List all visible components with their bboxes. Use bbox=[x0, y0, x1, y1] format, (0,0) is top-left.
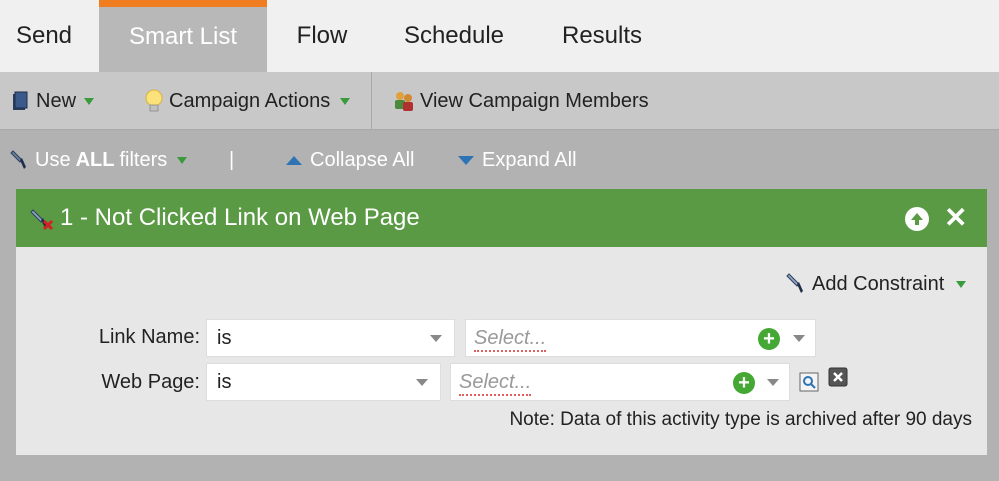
web-page-placeholder: Select... bbox=[459, 371, 532, 396]
collapse-all-button[interactable]: Collapse All bbox=[286, 131, 415, 189]
chevron-down-icon[interactable] bbox=[767, 379, 779, 386]
web-page-operator-value: is bbox=[217, 370, 232, 393]
link-name-add-icon[interactable]: + bbox=[758, 328, 780, 350]
use-prefix: Use bbox=[35, 148, 71, 171]
tab-smart-list[interactable]: Smart List bbox=[99, 0, 267, 72]
funnel-icon bbox=[10, 149, 30, 171]
move-up-button[interactable] bbox=[905, 207, 929, 231]
new-doc-icon bbox=[12, 91, 28, 111]
new-label: New bbox=[36, 89, 77, 112]
toolbar: New Campaign Actions View Campaign Membe… bbox=[0, 72, 999, 130]
clear-icon[interactable] bbox=[828, 367, 848, 387]
filter-title: 1 - Not Clicked Link on Web Page bbox=[60, 204, 420, 231]
web-page-operator-select[interactable]: is bbox=[206, 363, 441, 401]
collapse-all-label: Collapse All bbox=[310, 148, 415, 171]
view-members-label: View Campaign Members bbox=[420, 89, 649, 112]
expand-all-label: Expand All bbox=[482, 148, 577, 171]
add-constraint-dropdown-icon bbox=[956, 280, 967, 288]
tab-flow[interactable]: Flow bbox=[278, 0, 366, 72]
use-all-dropdown-icon bbox=[177, 156, 188, 164]
toolbar-divider bbox=[371, 72, 372, 130]
web-page-label: Web Page: bbox=[101, 371, 200, 393]
filter-header: 1 - Not Clicked Link on Web Page ✕ bbox=[16, 189, 987, 247]
expand-all-button[interactable]: Expand All bbox=[458, 131, 577, 189]
chevron-down-icon bbox=[430, 335, 442, 342]
link-name-operator-select[interactable]: is bbox=[206, 319, 455, 357]
add-constraint-label: Add Constraint bbox=[812, 272, 945, 295]
web-page-add-icon[interactable]: + bbox=[733, 372, 755, 394]
view-campaign-members-button[interactable]: View Campaign Members bbox=[392, 72, 649, 130]
use-all-filters-button[interactable]: Use ALL filters bbox=[10, 131, 188, 189]
members-icon bbox=[392, 89, 416, 113]
filter-panel: 1 - Not Clicked Link on Web Page ✕ Add C… bbox=[16, 189, 987, 455]
filter-delete-icon bbox=[30, 207, 54, 231]
link-name-placeholder: Select... bbox=[474, 327, 547, 352]
filter-bar: Use ALL filters | Collapse All Expand Al… bbox=[0, 131, 999, 189]
filterbar-separator: | bbox=[229, 148, 235, 171]
tab-results[interactable]: Results bbox=[550, 0, 654, 72]
chevron-down-icon bbox=[416, 379, 428, 386]
campaign-actions-label: Campaign Actions bbox=[169, 89, 331, 112]
use-all-text: ALL bbox=[75, 148, 115, 171]
remove-filter-button[interactable]: ✕ bbox=[944, 203, 967, 233]
new-button[interactable]: New bbox=[12, 72, 95, 130]
close-icon: ✕ bbox=[944, 202, 968, 233]
tab-schedule-label: Schedule bbox=[403, 22, 505, 49]
tab-schedule[interactable]: Schedule bbox=[392, 0, 516, 72]
link-name-operator-value: is bbox=[217, 326, 232, 349]
browse-search-icon[interactable] bbox=[799, 372, 819, 392]
tab-flow-label: Flow bbox=[296, 22, 348, 49]
link-name-value-input[interactable]: Select... + bbox=[465, 319, 816, 357]
web-page-value-input[interactable]: Select... + bbox=[450, 363, 790, 401]
arrow-up-icon bbox=[910, 212, 924, 226]
tab-bar: Send Smart List Flow Schedule Results bbox=[0, 0, 999, 72]
archive-note: Note: Data of this activity type is arch… bbox=[509, 409, 972, 430]
campaign-actions-button[interactable]: Campaign Actions bbox=[145, 72, 351, 130]
add-constraint-button[interactable]: Add Constraint bbox=[786, 269, 967, 299]
tab-send-label: Send bbox=[15, 22, 73, 49]
campaign-actions-dropdown-icon bbox=[340, 97, 351, 105]
tab-smart-list-label: Smart List bbox=[128, 22, 238, 50]
tab-results-label: Results bbox=[561, 22, 643, 49]
expand-triangle-icon bbox=[458, 155, 474, 165]
collapse-triangle-icon bbox=[286, 155, 302, 165]
funnel-icon bbox=[786, 272, 808, 296]
link-name-label: Link Name: bbox=[98, 326, 200, 348]
chevron-down-icon[interactable] bbox=[793, 335, 805, 342]
lightbulb-icon bbox=[145, 89, 163, 113]
tab-send[interactable]: Send bbox=[0, 0, 88, 72]
new-dropdown-icon bbox=[84, 97, 95, 105]
use-suffix: filters bbox=[119, 148, 168, 171]
